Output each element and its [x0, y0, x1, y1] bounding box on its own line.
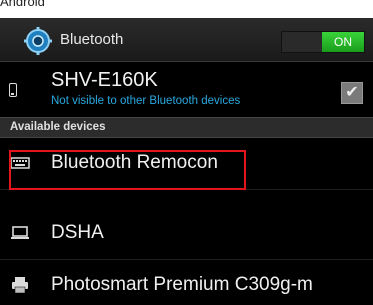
device-item-bluetooth-remocon[interactable]: Bluetooth Remocon: [0, 138, 373, 190]
device-item-dsha[interactable]: DSHA: [0, 208, 373, 260]
page-title: Bluetooth: [60, 31, 124, 48]
section-label: Available devices: [10, 121, 106, 133]
keyboard-icon: [10, 157, 30, 169]
gear-icon[interactable]: [24, 27, 52, 55]
action-bar: Bluetooth ON: [0, 18, 373, 62]
phone-icon: [9, 83, 17, 97]
bluetooth-toggle[interactable]: ON: [281, 31, 365, 53]
this-device-row[interactable]: SHV-E160K Not visible to other Bluetooth…: [0, 63, 373, 117]
laptop-icon: [11, 226, 29, 239]
printer-icon: [12, 277, 28, 294]
available-devices-header: Available devices: [0, 117, 373, 138]
device-item-photosmart[interactable]: Photosmart Premium C309g-m: [0, 260, 373, 305]
toggle-on-label: ON: [322, 32, 364, 52]
device-label: Bluetooth Remocon: [51, 152, 218, 173]
device-name: SHV-E160K: [51, 69, 158, 91]
bluetooth-settings-screen: Bluetooth ON SHV-E160K Not visible to ot…: [0, 18, 373, 305]
caption-text: Android: [0, 0, 45, 9]
visibility-checkbox[interactable]: ✔: [341, 82, 363, 104]
device-label: DSHA: [51, 222, 104, 243]
device-label: Photosmart Premium C309g-m: [51, 274, 313, 295]
visibility-status: Not visible to other Bluetooth devices: [51, 95, 241, 107]
